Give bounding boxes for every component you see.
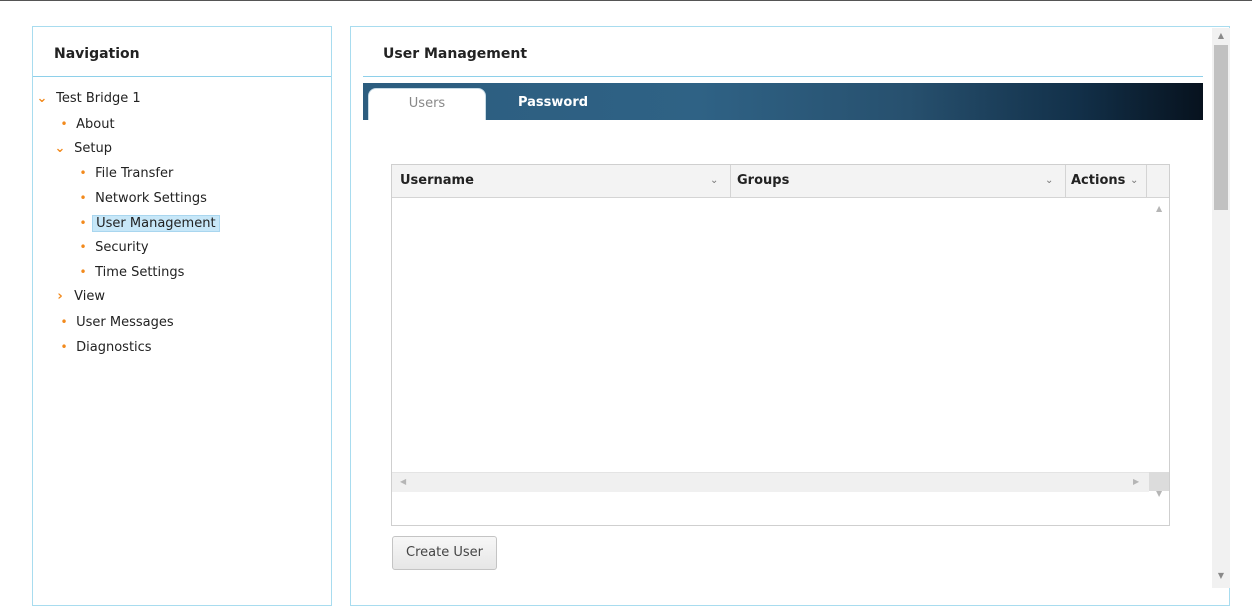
navigation-panel: Navigation ⌄ Test Bridge 1 • About ⌄ Set… xyxy=(32,26,332,606)
tab-password[interactable]: Password xyxy=(503,88,603,120)
scroll-left-arrow-icon[interactable]: ◀ xyxy=(400,477,406,486)
scroll-up-arrow-icon[interactable]: ▲ xyxy=(1156,204,1162,213)
tree-item-view[interactable]: › View xyxy=(53,287,108,307)
column-label: Actions xyxy=(1071,173,1126,188)
chevron-right-icon[interactable]: › xyxy=(53,287,67,307)
bullet-icon: • xyxy=(60,117,68,131)
tree-item-label: View xyxy=(74,289,105,304)
navigation-title: Navigation xyxy=(54,46,140,62)
table-body: ▲ ▼ xyxy=(392,198,1169,505)
table-vertical-scrollbar[interactable]: ▲ ▼ xyxy=(1149,198,1169,505)
bullet-icon: • xyxy=(79,216,87,230)
scroll-right-arrow-icon[interactable]: ▶ xyxy=(1133,477,1139,486)
tree-item-about[interactable]: • About xyxy=(59,114,118,134)
tree-item-label: User Messages xyxy=(76,315,174,330)
user-management-panel: User Management Users Password Username … xyxy=(350,26,1230,606)
caret-down-icon[interactable]: ⌄ xyxy=(710,165,718,197)
tab-bar: Users Password xyxy=(363,83,1203,120)
caret-down-icon[interactable]: ⌄ xyxy=(1130,165,1138,197)
chevron-down-icon[interactable]: ⌄ xyxy=(35,89,49,109)
bullet-icon: • xyxy=(79,265,87,279)
tree-item-file-transfer[interactable]: • File Transfer xyxy=(78,163,176,183)
window-top-border xyxy=(0,0,1252,1)
users-table: Username ⌄ Groups ⌄ Actions ⌄ ▲ ▼ ◀ ▶ xyxy=(391,164,1170,526)
scrollbar-corner xyxy=(1149,472,1169,491)
page-title-divider xyxy=(363,76,1203,77)
page-scroll-up-icon[interactable]: ▲ xyxy=(1212,31,1230,40)
tree-item-security[interactable]: • Security xyxy=(78,237,152,257)
tree-item-user-management[interactable]: • User Management xyxy=(78,213,220,233)
bullet-icon: • xyxy=(79,191,87,205)
bullet-icon: • xyxy=(79,166,87,180)
tree-item-network-settings[interactable]: • Network Settings xyxy=(78,188,210,208)
tree-item-label: Network Settings xyxy=(95,191,207,206)
tab-users[interactable]: Users xyxy=(368,88,486,120)
column-label: Username xyxy=(400,173,474,188)
bullet-icon: • xyxy=(60,340,68,354)
tree-item-label: Setup xyxy=(74,141,112,156)
column-header-username[interactable]: Username ⌄ xyxy=(392,165,731,197)
tree-item-label: About xyxy=(76,117,115,132)
table-header: Username ⌄ Groups ⌄ Actions ⌄ xyxy=(392,165,1169,198)
chevron-down-icon[interactable]: ⌄ xyxy=(53,139,67,159)
bullet-icon: • xyxy=(79,240,87,254)
create-user-button[interactable]: Create User xyxy=(392,536,497,570)
page-vertical-scrollbar[interactable]: ▲ ▼ xyxy=(1212,28,1230,588)
tree-item-label: File Transfer xyxy=(95,166,174,181)
tree-item-label: Diagnostics xyxy=(76,340,152,355)
column-header-actions[interactable]: Actions ⌄ xyxy=(1066,165,1147,197)
column-header-groups[interactable]: Groups ⌄ xyxy=(731,165,1066,197)
tree-item-label: Time Settings xyxy=(95,265,185,280)
page-scroll-down-icon[interactable]: ▼ xyxy=(1212,571,1230,580)
bullet-icon: • xyxy=(60,315,68,329)
column-label: Groups xyxy=(737,173,790,188)
tree-item-diagnostics[interactable]: • Diagnostics xyxy=(59,337,155,357)
tree-item-setup[interactable]: ⌄ Setup xyxy=(53,139,115,159)
tree-item-test-bridge-1[interactable]: ⌄ Test Bridge 1 xyxy=(35,89,144,109)
page-scroll-thumb[interactable] xyxy=(1214,45,1228,210)
tree-item-label: User Management xyxy=(92,215,220,232)
tree-item-user-messages[interactable]: • User Messages xyxy=(59,312,177,332)
tree-item-time-settings[interactable]: • Time Settings xyxy=(78,262,187,282)
caret-down-icon[interactable]: ⌄ xyxy=(1045,165,1053,197)
tree-item-label: Test Bridge 1 xyxy=(56,91,141,106)
tree-item-label: Security xyxy=(95,240,149,255)
table-horizontal-scrollbar[interactable]: ◀ ▶ xyxy=(392,472,1149,492)
page-title: User Management xyxy=(383,46,528,62)
navigation-title-divider xyxy=(33,76,331,77)
